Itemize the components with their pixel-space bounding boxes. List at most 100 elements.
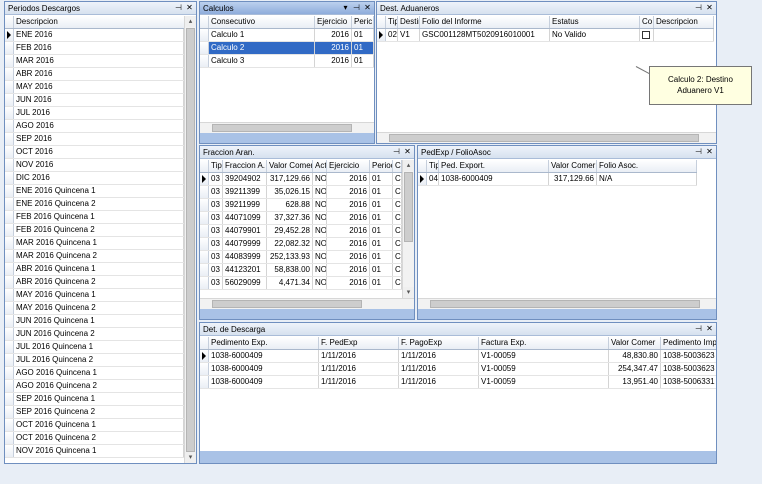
list-item[interactable]: OCT 2016 (5, 146, 184, 159)
table-row[interactable]: 1038-6000409 1/11/2016 1/11/2016 V1-00059 13… (200, 376, 716, 389)
column-header[interactable]: Valor Comer (609, 337, 661, 349)
table-row[interactable]: 03 44079999 22,082.32 NO 2016 01 C (200, 238, 402, 251)
list-item[interactable]: FEB 2016 (5, 42, 184, 55)
row-selector (5, 354, 14, 366)
pin-icon[interactable]: ⊣ (694, 3, 703, 13)
list-item[interactable]: MAY 2016 Quincena 2 (5, 302, 184, 315)
list-item[interactable]: DIC 2016 (5, 172, 184, 185)
column-header[interactable]: Perioc (370, 160, 393, 172)
list-item[interactable]: ABR 2016 Quincena 2 (5, 276, 184, 289)
column-header-descripcion[interactable]: Descripcion (14, 16, 186, 28)
column-header[interactable]: Descripcion (654, 16, 714, 28)
list-item[interactable]: ABR 2016 Quincena 1 (5, 263, 184, 276)
list-item[interactable]: ENE 2016 Quincena 1 (5, 185, 184, 198)
list-item[interactable]: MAR 2016 (5, 55, 184, 68)
column-header[interactable]: Peric (352, 16, 374, 28)
table-row[interactable]: 03 56029099 4,471.34 NO 2016 01 C (200, 277, 402, 290)
pin-icon[interactable]: ⊣ (694, 147, 703, 157)
table-row[interactable]: 03 39204902 317,129.66 NO 2016 01 C (200, 173, 402, 186)
list-item[interactable]: NOV 2016 (5, 159, 184, 172)
list-item[interactable]: SEP 2016 Quincena 2 (5, 406, 184, 419)
column-header[interactable]: Valor Comer (267, 160, 313, 172)
list-item[interactable]: MAR 2016 Quincena 1 (5, 237, 184, 250)
list-item[interactable]: AGO 2016 Quincena 1 (5, 367, 184, 380)
close-icon[interactable]: ✕ (363, 3, 372, 13)
column-header[interactable]: Ejercicio (327, 160, 370, 172)
column-header[interactable]: F. PagoExp (399, 337, 479, 349)
list-item[interactable]: AGO 2016 (5, 120, 184, 133)
column-header[interactable]: Folio Asoc. (597, 160, 697, 172)
column-header[interactable]: F. PedExp (319, 337, 399, 349)
list-item[interactable]: FEB 2016 Quincena 1 (5, 211, 184, 224)
list-item[interactable]: OCT 2016 Quincena 2 (5, 432, 184, 445)
table-row[interactable]: 02 V1 GSC001128MT5020916010001 No Valido (377, 29, 714, 42)
table-row[interactable]: 1038-6000409 1/11/2016 1/11/2016 V1-00059 48… (200, 350, 716, 363)
column-header[interactable]: Ped. Export. (439, 160, 549, 172)
table-row[interactable]: 1038-6000409 1/11/2016 1/11/2016 V1-00059 25… (200, 363, 716, 376)
column-header[interactable]: Tip (427, 160, 439, 172)
list-item[interactable]: OCT 2016 Quincena 1 (5, 419, 184, 432)
list-item[interactable]: MAY 2016 (5, 81, 184, 94)
list-item[interactable]: SEP 2016 (5, 133, 184, 146)
list-item[interactable]: JUN 2016 (5, 94, 184, 107)
column-header[interactable]: Fraccion A. (223, 160, 267, 172)
table-row[interactable]: 03 39211999 628.88 NO 2016 01 C (200, 199, 402, 212)
close-icon[interactable]: ✕ (185, 3, 194, 13)
column-header[interactable]: Tip (209, 160, 223, 172)
close-icon[interactable]: ✕ (705, 147, 714, 157)
column-header[interactable]: Factura Exp. (479, 337, 609, 349)
pin-icon[interactable]: ⊣ (174, 3, 183, 13)
list-item[interactable]: JUL 2016 Quincena 2 (5, 354, 184, 367)
column-header[interactable]: Consecutivo (209, 16, 315, 28)
pin-icon[interactable]: ⊣ (352, 3, 361, 13)
pin-icon[interactable]: ⊣ (694, 324, 703, 334)
column-header[interactable]: Valor Comer (549, 160, 597, 172)
table-row[interactable]: 03 44083999 252,133.93 NO 2016 01 C (200, 251, 402, 264)
table-row[interactable]: 03 39211399 35,026.15 NO 2016 01 C (200, 186, 402, 199)
periodos-vscroll[interactable]: ▴ ▾ (184, 16, 196, 463)
list-item[interactable]: ABR 2016 (5, 68, 184, 81)
list-item[interactable]: ENE 2016 (5, 29, 184, 42)
close-icon[interactable]: ✕ (705, 3, 714, 13)
column-header[interactable]: Destir (398, 16, 420, 28)
list-item[interactable]: SEP 2016 Quincena 1 (5, 393, 184, 406)
table-cell: 317,129.66 (267, 173, 313, 185)
column-header[interactable]: Act (313, 160, 327, 172)
list-item[interactable]: JUL 2016 (5, 107, 184, 120)
pin-icon[interactable]: ⊣ (392, 147, 401, 157)
list-item[interactable]: MAR 2016 Quincena 2 (5, 250, 184, 263)
column-header[interactable]: C (393, 160, 402, 172)
column-header[interactable]: Co (640, 16, 654, 28)
list-item[interactable]: FEB 2016 Quincena 2 (5, 224, 184, 237)
column-header[interactable]: Estatus (550, 16, 640, 28)
column-header[interactable]: Pedimento Exp. (209, 337, 319, 349)
table-row[interactable]: Calculo 1 2016 01 (200, 29, 374, 42)
list-item[interactable]: NOV 2016 Quincena 1 (5, 445, 184, 458)
fraccion-vscroll[interactable]: ▴ ▾ (402, 160, 414, 298)
close-icon[interactable]: ✕ (403, 147, 412, 157)
column-header[interactable]: Tip (386, 16, 398, 28)
table-row[interactable]: 03 44071099 37,327.36 NO 2016 01 C (200, 212, 402, 225)
list-item[interactable]: JUN 2016 Quincena 2 (5, 328, 184, 341)
column-header[interactable]: Ejercicio (315, 16, 352, 28)
list-item[interactable]: JUL 2016 Quincena 1 (5, 341, 184, 354)
calculos-hscroll[interactable] (200, 122, 374, 133)
checkbox[interactable] (642, 31, 650, 40)
table-row[interactable]: 03 44123201 58,838.00 NO 2016 01 C (200, 264, 402, 277)
table-row[interactable]: 03 44079901 29,452.28 NO 2016 01 C (200, 225, 402, 238)
table-row[interactable]: 04 1038-6000409 317,129.66 N/A (418, 173, 697, 186)
aduaneros-hscroll[interactable] (377, 132, 716, 143)
list-item[interactable]: MAY 2016 Quincena 1 (5, 289, 184, 302)
dropdown-icon[interactable]: ▾ (341, 3, 350, 13)
pedexp-hscroll[interactable] (418, 298, 716, 309)
list-item[interactable]: AGO 2016 Quincena 2 (5, 380, 184, 393)
table-cell: 1038-5003623 (661, 363, 716, 375)
list-item[interactable]: JUN 2016 Quincena 1 (5, 315, 184, 328)
fraccion-hscroll[interactable] (200, 298, 414, 309)
table-row[interactable]: Calculo 3 2016 01 (200, 55, 374, 68)
column-header[interactable]: Folio del Informe (420, 16, 550, 28)
table-row[interactable]: Calculo 2 2016 01 (200, 42, 374, 55)
close-icon[interactable]: ✕ (705, 324, 714, 334)
list-item[interactable]: ENE 2016 Quincena 2 (5, 198, 184, 211)
column-header[interactable]: Pedimento Imp. (661, 337, 716, 349)
